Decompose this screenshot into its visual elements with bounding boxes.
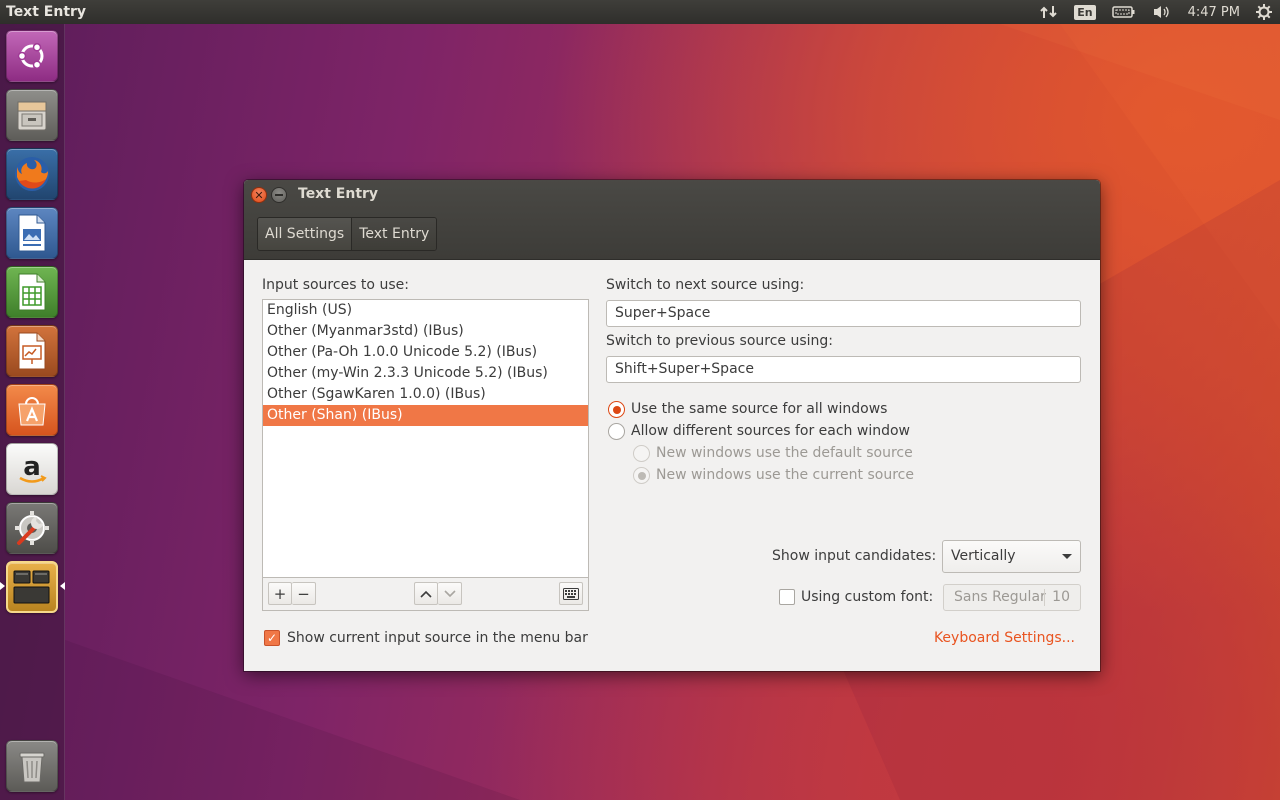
ubuntu-logo-icon <box>17 43 44 69</box>
list-item[interactable]: Other (Myanmar3std) (IBus) <box>263 321 588 342</box>
breadcrumb: All Settings Text Entry <box>257 217 438 251</box>
custom-font-size: 10 <box>1052 589 1070 605</box>
launcher-text-entry[interactable] <box>6 561 58 613</box>
language-indicator[interactable]: En <box>1066 0 1103 24</box>
prev-source-label: Switch to previous source using: <box>606 333 834 349</box>
panel-indicators: En 4:47 PM <box>1032 0 1280 24</box>
minimize-button[interactable] <box>271 187 287 203</box>
candidates-value: Vertically <box>951 548 1016 564</box>
launcher-libreoffice-impress[interactable] <box>6 325 58 377</box>
minimize-icon <box>275 194 283 196</box>
battery-icon[interactable] <box>1104 0 1144 24</box>
custom-font-label: Using custom font: <box>801 589 934 605</box>
close-button[interactable]: ✕ <box>251 187 267 203</box>
keyboard-layout-button[interactable] <box>559 582 583 605</box>
launcher-active-pip-left <box>0 582 5 590</box>
volume-icon[interactable] <box>1144 0 1180 24</box>
same-source-label: Use the same source for all windows <box>631 401 888 417</box>
keyboard-icon <box>563 587 579 600</box>
list-item[interactable]: Other (Pa-Oh 1.0.0 Unicode 5.2) (IBus) <box>263 342 588 363</box>
amazon-icon: a <box>19 452 47 483</box>
input-sources-label: Input sources to use: <box>262 277 409 293</box>
custom-font-checkbox[interactable] <box>779 589 795 605</box>
launcher-libreoffice-writer[interactable] <box>6 207 58 259</box>
software-center-icon <box>18 397 46 426</box>
checkmark-icon: ✓ <box>266 631 278 645</box>
dropdown-arrow-icon <box>1062 554 1072 559</box>
input-sources-toolbar: + − <box>262 578 589 611</box>
add-source-button[interactable]: + <box>268 582 292 605</box>
keyboard-settings-link[interactable]: Keyboard Settings... <box>934 630 1075 646</box>
launcher: a <box>0 24 65 800</box>
candidates-dropdown[interactable]: Vertically <box>942 540 1081 573</box>
gear-icon[interactable] <box>1248 0 1280 24</box>
custom-font-name: Sans Regular <box>954 589 1046 605</box>
list-item-selected[interactable]: Other (Shan) (IBus) <box>263 405 588 426</box>
chevron-up-icon <box>420 590 432 598</box>
settings-wrench-icon <box>15 511 49 545</box>
text-entry-window: ✕ Text Entry All Settings Text Entry Inp… <box>244 180 1100 671</box>
next-source-shortcut-field[interactable]: Super+Space <box>606 300 1081 327</box>
network-arrows-icon[interactable] <box>1032 0 1066 24</box>
current-source-label: New windows use the current source <box>656 467 914 483</box>
breadcrumb-all-settings[interactable]: All Settings <box>258 218 353 250</box>
remove-source-button[interactable]: − <box>292 582 316 605</box>
impress-icon <box>18 332 46 370</box>
window-titlebar: ✕ Text Entry All Settings Text Entry <box>244 180 1100 260</box>
breadcrumb-text-entry[interactable]: Text Entry <box>352 218 437 250</box>
panel-app-title: Text Entry <box>6 4 87 20</box>
language-badge: En <box>1074 4 1096 20</box>
launcher-system-settings[interactable] <box>6 502 58 554</box>
trash-icon <box>19 752 45 783</box>
custom-font-button: Sans Regular 10 <box>943 584 1081 611</box>
text-entry-icon <box>13 570 50 604</box>
list-item[interactable]: Other (my-Win 2.3.3 Unicode 5.2) (IBus) <box>263 363 588 384</box>
launcher-amazon[interactable]: a <box>6 443 58 495</box>
list-item[interactable]: English (US) <box>263 300 588 321</box>
move-up-button[interactable] <box>414 582 438 605</box>
next-source-label: Switch to next source using: <box>606 277 805 293</box>
launcher-trash[interactable] <box>6 740 58 792</box>
current-source-radio <box>633 467 650 484</box>
writer-icon <box>18 214 46 252</box>
chevron-down-icon <box>443 589 456 597</box>
list-item[interactable]: Other (SgawKaren 1.0.0) (IBus) <box>263 384 588 405</box>
show-in-menubar-label: Show current input source in the menu ba… <box>287 630 588 646</box>
clock[interactable]: 4:47 PM <box>1180 0 1248 24</box>
close-icon: ✕ <box>254 188 264 202</box>
candidates-label: Show input candidates: <box>772 548 937 564</box>
launcher-ubuntu-dash[interactable] <box>6 30 58 82</box>
launcher-libreoffice-calc[interactable] <box>6 266 58 318</box>
same-source-radio[interactable] <box>608 401 625 418</box>
move-down-button[interactable] <box>438 582 462 605</box>
top-panel: Text Entry En 4:47 PM <box>0 0 1280 24</box>
different-sources-radio[interactable] <box>608 423 625 440</box>
firefox-icon <box>15 157 49 191</box>
input-sources-list[interactable]: English (US) Other (Myanmar3std) (IBus) … <box>262 299 589 578</box>
prev-source-shortcut-field[interactable]: Shift+Super+Space <box>606 356 1081 383</box>
svg-text:a: a <box>23 452 41 482</box>
default-source-radio <box>633 445 650 462</box>
font-button-separator <box>1044 589 1045 606</box>
calc-icon <box>18 273 46 311</box>
file-cabinet-icon <box>17 101 47 131</box>
different-sources-label: Allow different sources for each window <box>631 423 910 439</box>
show-in-menubar-checkbox[interactable]: ✓ <box>264 630 280 646</box>
default-source-label: New windows use the default source <box>656 445 913 461</box>
launcher-firefox[interactable] <box>6 148 58 200</box>
launcher-active-pip-right <box>60 582 65 590</box>
launcher-ubuntu-software[interactable] <box>6 384 58 436</box>
launcher-files[interactable] <box>6 89 58 141</box>
window-title: Text Entry <box>298 186 379 202</box>
